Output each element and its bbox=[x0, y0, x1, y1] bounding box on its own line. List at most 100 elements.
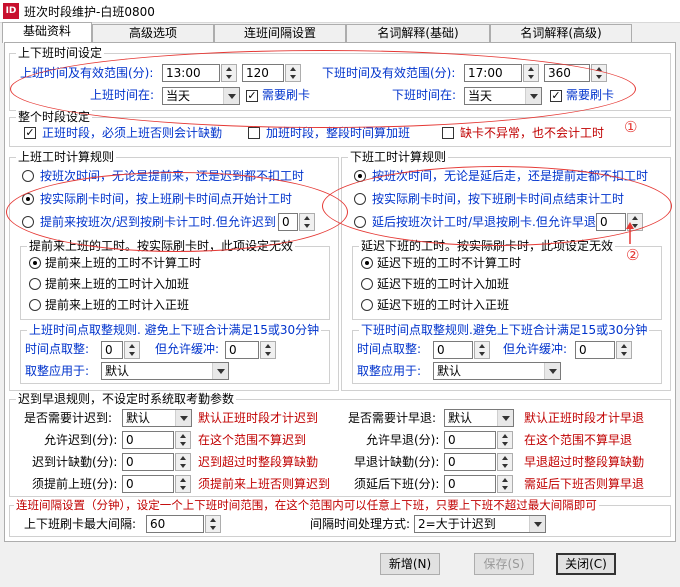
must-early-spinner[interactable] bbox=[175, 475, 191, 493]
need-late-value: 默认 bbox=[126, 411, 151, 425]
must-early-input[interactable]: 0 bbox=[122, 475, 174, 493]
group-title: 上班工时计算规则 bbox=[16, 150, 117, 164]
late-label-1: 延迟下班的工时不计算工时 bbox=[377, 256, 522, 270]
late-radio-3[interactable] bbox=[361, 299, 373, 311]
tab-interval[interactable]: 连班间隔设置 bbox=[214, 24, 346, 42]
max-interval-label: 上下班刷卡最大间隔: bbox=[24, 517, 137, 531]
late-radio-1[interactable] bbox=[361, 257, 373, 269]
tab-basic[interactable]: 基础资料 bbox=[2, 22, 92, 43]
tab-strip: 基础资料 高级选项 连班间隔设置 名词解释(基础) 名词解释(高级) bbox=[0, 22, 680, 43]
need-late-label: 是否需要计迟到: bbox=[24, 411, 113, 425]
chevron-down-icon bbox=[544, 363, 560, 379]
on-rule-radio-1[interactable] bbox=[22, 170, 34, 182]
annotation-mark-2: ② bbox=[626, 246, 640, 264]
tab-glossary-basic[interactable]: 名词解释(基础) bbox=[346, 24, 490, 42]
interval-method-select[interactable]: 2=大于计迟到 bbox=[414, 515, 546, 533]
must-late-hint: 需延后下班否则算早退 bbox=[524, 477, 645, 491]
save-button[interactable]: 保存(S) bbox=[474, 553, 534, 575]
early-absent-spinner[interactable] bbox=[497, 453, 513, 471]
off-buffer-spinner[interactable] bbox=[616, 341, 632, 359]
off-apply-select[interactable]: 默认 bbox=[433, 362, 561, 380]
late-absent-label: 迟到计缺勤(分): bbox=[32, 455, 118, 469]
add-button[interactable]: 新增(N) bbox=[380, 553, 440, 575]
need-late-select[interactable]: 默认 bbox=[122, 409, 192, 427]
on-buffer-spinner[interactable] bbox=[260, 341, 276, 359]
early-absent-label: 早退计缺勤(分): bbox=[354, 455, 440, 469]
late-leave-group: 延迟下班的工时。按实际刷卡时，此项设定无效 延迟下班的工时不计算工时 延迟下班的… bbox=[352, 239, 662, 320]
early-label-1: 提前来上班的工时不计算工时 bbox=[45, 256, 202, 270]
early-label-3: 提前来上班的工时计入正班 bbox=[45, 298, 190, 312]
on-buffer-input[interactable]: 0 bbox=[225, 341, 259, 359]
no-abnormal-label: 缺卡不异常，也不会计工时 bbox=[460, 126, 605, 140]
on-round-label: 时间点取整: bbox=[25, 342, 90, 356]
overtime-period-checkbox[interactable] bbox=[248, 127, 260, 139]
group-title: 下班工时计算规则 bbox=[348, 150, 449, 164]
normal-period-label: 正班时段，必须上班否则会计缺勤 bbox=[42, 126, 223, 140]
off-apply-label: 取整应用于: bbox=[357, 364, 422, 378]
allow-early-min-hint: 在这个范围不算早退 bbox=[524, 433, 633, 447]
no-abnormal-checkbox[interactable] bbox=[442, 127, 454, 139]
allow-early-min-input[interactable]: 0 bbox=[444, 431, 496, 449]
off-buffer-input[interactable]: 0 bbox=[575, 341, 615, 359]
late-absent-spinner[interactable] bbox=[175, 453, 191, 471]
must-late-input[interactable]: 0 bbox=[444, 475, 496, 493]
on-buffer-label: 但允许缓冲: bbox=[155, 342, 220, 356]
must-late-spinner[interactable] bbox=[497, 475, 513, 493]
chevron-down-icon bbox=[497, 410, 513, 426]
off-apply-value: 默认 bbox=[437, 364, 462, 378]
late-radio-2[interactable] bbox=[361, 278, 373, 290]
group-title: 上班时间点取整规则. 避免上下班合计满足15或30分钟 bbox=[27, 323, 322, 337]
tab-advanced[interactable]: 高级选项 bbox=[92, 24, 214, 42]
late-absent-hint: 迟到超过时整段算缺勤 bbox=[198, 455, 319, 469]
early-radio-2[interactable] bbox=[29, 278, 41, 290]
on-round-spinner[interactable] bbox=[124, 341, 140, 359]
chevron-down-icon bbox=[175, 410, 191, 426]
on-apply-label: 取整应用于: bbox=[25, 364, 90, 378]
early-arrival-group: 提前来上班的工时。按实际刷卡时，此项设定无效 提前来上班的工时不计算工时 提前来… bbox=[20, 239, 330, 320]
need-early-label: 是否需要计早退: bbox=[348, 411, 437, 425]
off-round-group: 下班时间点取整规则.避免上下班合计满足15或30分钟 时间点取整: 0 但允许缓… bbox=[352, 323, 662, 384]
off-round-label: 时间点取整: bbox=[357, 342, 422, 356]
on-apply-value: 默认 bbox=[105, 364, 130, 378]
early-absent-hint: 早退超过时整段算缺勤 bbox=[524, 455, 645, 469]
need-early-value: 默认 bbox=[448, 411, 473, 425]
late-label-3: 延迟下班的工时计入正班 bbox=[377, 298, 510, 312]
tab-glossary-advanced[interactable]: 名词解释(高级) bbox=[490, 24, 632, 42]
group-title: 下班时间点取整规则.避免上下班合计满足15或30分钟 bbox=[359, 323, 650, 337]
normal-period-checkbox[interactable]: ✓ bbox=[24, 127, 36, 139]
must-late-label: 须延后下班(分): bbox=[354, 477, 440, 491]
max-interval-spinner[interactable] bbox=[205, 515, 221, 533]
max-interval-input[interactable]: 60 bbox=[146, 515, 204, 533]
off-buffer-label: 但允许缓冲: bbox=[503, 342, 568, 356]
early-radio-3[interactable] bbox=[29, 299, 41, 311]
need-early-select[interactable]: 默认 bbox=[444, 409, 514, 427]
need-late-hint: 默认正班时段才计迟到 bbox=[198, 411, 319, 425]
late-absent-input[interactable]: 0 bbox=[122, 453, 174, 471]
close-button[interactable]: 关闭(C) bbox=[556, 553, 616, 575]
allow-early-min-label: 允许早退(分): bbox=[366, 433, 440, 447]
on-round-group: 上班时间点取整规则. 避免上下班合计满足15或30分钟 时间点取整: 0 但允许… bbox=[20, 323, 330, 384]
early-absent-input[interactable]: 0 bbox=[444, 453, 496, 471]
annotation-arrow-icon bbox=[626, 222, 634, 244]
must-early-hint: 须提前来上班否则算迟到 bbox=[198, 477, 331, 491]
annotation-mark-1: ① bbox=[624, 118, 638, 136]
window-title: 班次时段维护-白班0800 bbox=[24, 5, 155, 19]
early-radio-1[interactable] bbox=[29, 257, 41, 269]
interval-method-value: 2=大于计迟到 bbox=[418, 517, 496, 531]
late-label-2: 延迟下班的工时计入加班 bbox=[377, 277, 510, 291]
on-round-input[interactable]: 0 bbox=[101, 341, 123, 359]
allow-late-min-spinner[interactable] bbox=[175, 431, 191, 449]
off-round-input[interactable]: 0 bbox=[433, 341, 473, 359]
need-early-hint: 默认正班时段才计早退 bbox=[524, 411, 645, 425]
on-apply-select[interactable]: 默认 bbox=[101, 362, 229, 380]
allow-late-min-label: 允许迟到(分): bbox=[44, 433, 118, 447]
title-bar: ID 班次时段维护-白班0800 bbox=[0, 0, 680, 23]
allow-early-min-spinner[interactable] bbox=[497, 431, 513, 449]
must-early-label: 须提前上班(分): bbox=[32, 477, 118, 491]
annotation-ellipse-3 bbox=[6, 172, 348, 252]
chevron-down-icon bbox=[212, 363, 228, 379]
off-round-spinner[interactable] bbox=[474, 341, 490, 359]
allow-late-min-input[interactable]: 0 bbox=[122, 431, 174, 449]
late-early-group: 迟到早退规则，不设定时系统取考勤参数 是否需要计迟到: 默认 默认正班时段才计迟… bbox=[9, 392, 671, 497]
chevron-down-icon bbox=[529, 516, 545, 532]
